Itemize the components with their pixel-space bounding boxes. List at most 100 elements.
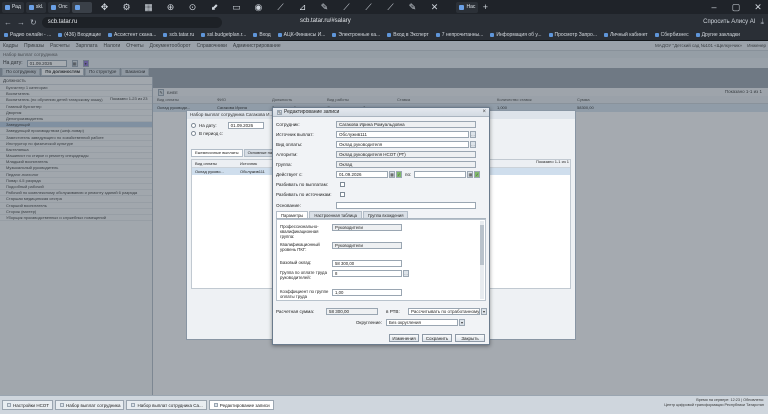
url-input[interactable]: scb.tatar.ru (41, 16, 222, 28)
bookmark-item[interactable]: (436) Входящие (58, 32, 101, 38)
taskbar-item[interactable]: Набор выплат сотрудника (54, 400, 125, 410)
minimize-icon[interactable]: – (704, 2, 724, 13)
slash-icon[interactable]: ⟋ (336, 2, 356, 13)
basis-field[interactable] (336, 201, 476, 209)
forward-icon[interactable]: → (17, 18, 25, 27)
chevron-down-icon[interactable]: ▾ (481, 307, 487, 315)
calendar-icon[interactable]: ▦ (389, 170, 395, 178)
browser-tab[interactable]: Опс (48, 1, 71, 13)
bookmark-icon (58, 33, 63, 37)
scrollbar[interactable] (480, 221, 484, 299)
bookmark-item[interactable]: scb.tatar.ru (163, 32, 194, 38)
tab-params[interactable]: Параметры (276, 211, 309, 218)
edit-icon: ✎ (277, 109, 282, 115)
bookmark-item[interactable]: Информация об у... (490, 32, 542, 38)
radio-period[interactable] (191, 130, 196, 136)
apply-icon[interactable]: ✓ (474, 170, 481, 178)
bookmark-item[interactable]: Другие закладки (695, 32, 740, 38)
radio-date[interactable] (191, 122, 196, 128)
pin-icon[interactable]: ⊙ (182, 2, 202, 13)
bookmark-item[interactable]: АЦК-Финансы И... (277, 32, 325, 38)
gear-icon[interactable]: ⚙ (116, 2, 136, 13)
reload-icon[interactable]: ↻ (30, 18, 37, 27)
bookmark-icon (603, 33, 608, 37)
cross-icon[interactable]: ✕ (424, 2, 444, 13)
pen-icon[interactable]: ✎ (314, 2, 334, 13)
browser-tab-active[interactable] (72, 1, 93, 13)
assistant-button[interactable]: Спросить Алису AI (703, 19, 755, 25)
browser-tab[interactable]: Рад (2, 1, 24, 13)
split-src-checkbox[interactable] (340, 191, 345, 197)
edit-record-dialog: ✎ Редактирование записи × Сотрудник: Саг… (272, 107, 490, 345)
taskbar-item[interactable]: Настройки НСОТ (2, 400, 53, 410)
app-taskbar: Настройки НСОТ Набор выплат сотрудника Н… (0, 395, 768, 414)
column-header[interactable]: Вид оплаты (192, 160, 237, 167)
bookmark-item[interactable]: Сбербизнес (654, 32, 689, 38)
browser-tab[interactable]: Нас (456, 1, 479, 13)
tab-table[interactable]: Настроенная таблица (309, 211, 362, 218)
source-field[interactable]: Обслужив111 (336, 130, 469, 138)
split-pay-checkbox[interactable] (340, 181, 345, 187)
bookmark-icon (163, 33, 168, 37)
rounding-select[interactable]: Без округления (386, 318, 458, 326)
group-field: Оклад (336, 160, 476, 168)
save-button[interactable]: Сохранить (422, 334, 452, 342)
taskbar-item[interactable]: Набор выплат сотрудника Са... (126, 400, 207, 410)
bookmark-item[interactable]: Личный кабинет (603, 32, 648, 38)
maximize-icon[interactable]: ▢ (726, 2, 746, 13)
lookup-icon[interactable]: … (470, 130, 476, 138)
window-icon[interactable]: ▭ (226, 2, 246, 13)
grid-icon[interactable]: ▦ (138, 2, 158, 13)
new-tab-icon[interactable]: + (480, 2, 490, 13)
bookmark-item[interactable]: Ассистент скана... (108, 32, 156, 38)
bookmark-item[interactable]: Вход в Эксперт (387, 32, 429, 38)
field-round: Округление: Без округления ▾ (355, 318, 465, 326)
move-icon[interactable]: ✥ (94, 2, 114, 13)
zoom-icon[interactable]: ⊕ (160, 2, 180, 13)
close-button[interactable]: Закрыть (455, 334, 485, 342)
lookup-icon[interactable]: … (403, 270, 409, 277)
bookmark-item[interactable]: Вход (253, 32, 271, 38)
close-window-icon[interactable]: ✕ (748, 2, 768, 13)
back-icon[interactable]: ← (4, 18, 12, 27)
lookup-icon[interactable]: … (470, 140, 476, 148)
bookmark-item[interactable]: 7 непрочитанны... (435, 32, 483, 38)
scrollbar-thumb[interactable] (480, 225, 484, 265)
bulb-icon[interactable]: ◉ (248, 2, 268, 13)
tab-group[interactable]: Группа вхождения (362, 211, 409, 218)
download-icon[interactable]: ⤓ (760, 17, 764, 27)
bookmark-item[interactable]: Электронные ка... (332, 32, 380, 38)
chevron-down-icon[interactable]: ▾ (459, 318, 465, 326)
param-row: Профессионально-квалификационная группа:… (280, 224, 402, 239)
close-icon[interactable]: × (482, 109, 486, 115)
field-active: Действует с: 01.09.2026 ▦ ✓ по: ▦ ✓ (276, 170, 481, 178)
slash-icon[interactable]: ⟋ (270, 2, 290, 13)
taskbar-item-active[interactable]: Редактирование записи (208, 400, 274, 410)
params-panel: Профессионально-квалификационная группа:… (276, 219, 486, 301)
slash-icon[interactable]: ⟋ (358, 2, 378, 13)
apply-icon[interactable]: ✓ (396, 170, 402, 178)
date-input[interactable]: 01.09.2026 (227, 121, 264, 129)
browser-tab[interactable]: skl. (25, 1, 47, 13)
bookmark-item[interactable]: Просмотр Запро... (548, 32, 597, 38)
param-input[interactable]: 58 300,00 (332, 260, 402, 267)
bookmark-item[interactable]: Радио онлайн - ... (4, 32, 51, 38)
arrow-icon[interactable]: ⬋ (204, 2, 224, 13)
bookmark-item[interactable]: ssl.budgetplan.r... (201, 32, 246, 38)
calendar-icon[interactable]: ▦ (467, 170, 474, 178)
changes-button[interactable]: Изменения (389, 334, 419, 342)
paytype-field[interactable]: Оклад руководителя (336, 140, 469, 148)
tab-monthly[interactable]: Ежемесячные выплаты (191, 149, 243, 157)
tag-icon[interactable]: ⊿ (292, 2, 312, 13)
param-input[interactable]: 1,00 (332, 289, 402, 296)
dialog-grid-count: Показано 1-1 из 1 (535, 159, 569, 164)
bookmark-label: (436) Входящие (64, 32, 102, 38)
param-input[interactable]: 8 (332, 270, 402, 277)
active-from-input[interactable]: 01.09.2026 (336, 170, 388, 178)
bookmark-icon (201, 33, 206, 37)
active-to-input[interactable] (414, 170, 467, 178)
window-icon (213, 403, 218, 407)
calc-mode-select[interactable]: Рассчитывать по отработанному (408, 307, 480, 315)
pen-icon[interactable]: ✎ (402, 2, 422, 13)
slash-icon[interactable]: ⟋ (380, 2, 400, 13)
